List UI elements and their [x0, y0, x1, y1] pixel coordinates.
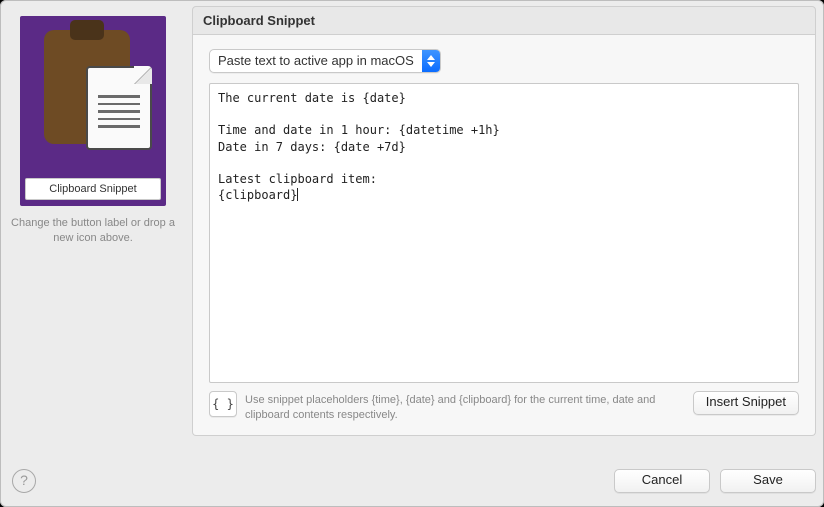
clipboard-snippet-icon	[26, 22, 160, 178]
dialog-footer: ? Cancel Save	[8, 469, 816, 493]
action-select-row: Paste text to active app in macOS	[209, 49, 799, 73]
left-column: Clipboard Snippet Change the button labe…	[8, 6, 178, 436]
placeholder-braces-button[interactable]: { }	[209, 391, 237, 417]
button-label-field[interactable]: Clipboard Snippet	[25, 178, 161, 200]
cancel-button[interactable]: Cancel	[614, 469, 710, 493]
content-columns: Clipboard Snippet Change the button labe…	[8, 6, 816, 436]
save-button[interactable]: Save	[720, 469, 816, 493]
snippet-textarea[interactable]: The current date is {date} Time and date…	[209, 83, 799, 383]
right-column: Clipboard Snippet Paste text to active a…	[192, 6, 816, 436]
hint-row: { } Use snippet placeholders {time}, {da…	[209, 391, 799, 423]
placeholder-hint-text: Use snippet placeholders {time}, {date} …	[245, 391, 685, 423]
select-arrows-icon	[422, 50, 440, 72]
action-select-label: Paste text to active app in macOS	[210, 50, 422, 72]
help-button[interactable]: ?	[12, 469, 36, 493]
icon-caption: Change the button label or drop a new ic…	[8, 216, 178, 246]
panel-body: Paste text to active app in macOS The cu…	[192, 35, 816, 436]
preferences-window: Clipboard Snippet Change the button labe…	[0, 0, 824, 507]
action-select[interactable]: Paste text to active app in macOS	[209, 49, 441, 73]
text-cursor	[297, 188, 298, 201]
icon-drop-tile[interactable]: Clipboard Snippet	[20, 16, 166, 206]
panel-title: Clipboard Snippet	[192, 6, 816, 35]
insert-snippet-button[interactable]: Insert Snippet	[693, 391, 799, 415]
